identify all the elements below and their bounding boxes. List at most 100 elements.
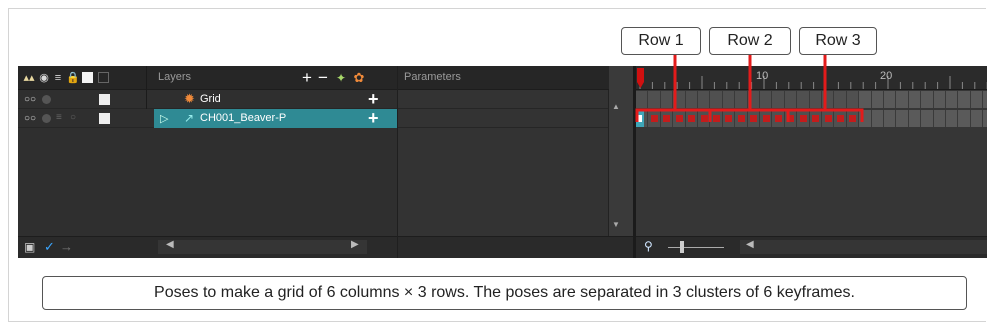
layer-color-swatch[interactable]: [99, 94, 110, 105]
frame-cell-grid[interactable]: [970, 91, 984, 108]
pen-icon[interactable]: ✓: [44, 239, 55, 255]
keyframe-marker[interactable]: [849, 115, 857, 122]
keyframe-marker[interactable]: [750, 115, 758, 122]
frame-cell-grid[interactable]: [784, 91, 798, 108]
frame-cell-beaver[interactable]: [970, 110, 984, 127]
layers-header: Layers: [158, 71, 192, 83]
zoom-slider-handle[interactable]: [680, 241, 684, 253]
frame-cell-grid[interactable]: [760, 91, 773, 108]
frame-cell-grid[interactable]: [648, 91, 661, 108]
frame-cell-grid[interactable]: [710, 91, 723, 108]
visibility-dot-icon[interactable]: [42, 95, 51, 104]
keyframe-marker[interactable]: [663, 115, 671, 122]
keyframe-marker[interactable]: [836, 115, 844, 122]
zoom-icon[interactable]: ⚲: [644, 239, 653, 253]
add-layer-icon[interactable]: +: [300, 66, 314, 90]
layer-row-grid[interactable]: ○○ ✹ Grid +: [18, 90, 397, 109]
timeline-h-scrollbar[interactable]: [740, 240, 987, 254]
frame-cell-grid[interactable]: [797, 91, 810, 108]
scroll-left-icon[interactable]: ◀: [746, 239, 754, 250]
color-swatch-icon[interactable]: [82, 72, 93, 83]
visibility-dot-icon[interactable]: [42, 114, 51, 123]
frame-cell-grid[interactable]: [772, 91, 785, 108]
arrow-right-icon[interactable]: →: [60, 239, 73, 254]
keyframe-marker[interactable]: [688, 115, 696, 122]
camera-icon[interactable]: ▣: [24, 240, 35, 254]
scroll-up-icon[interactable]: ▲: [612, 102, 620, 111]
frame-cell-beaver[interactable]: [983, 110, 987, 127]
frame-cell-grid[interactable]: [698, 91, 711, 108]
frame-cell-grid[interactable]: [735, 91, 748, 108]
animate-toggle-icon[interactable]: ○○: [24, 94, 36, 105]
expand-arrow-icon[interactable]: ▷: [160, 112, 168, 125]
frame-cell-beaver[interactable]: [871, 110, 884, 127]
frame-cell-grid[interactable]: [822, 91, 835, 108]
add-peg-icon[interactable]: ✦: [334, 66, 348, 90]
frame-cell-grid[interactable]: [958, 91, 971, 108]
timeline-view: ▴▴ ◉ ≡ 🔒 Layers + − ✦ ✿ ○○ ✹ Grid + ○○ ≡…: [18, 66, 987, 258]
keyframe-marker[interactable]: [725, 115, 733, 122]
frame-cell-beaver[interactable]: [908, 110, 922, 127]
layer-color-swatch[interactable]: [99, 113, 110, 124]
keyframe-marker[interactable]: [737, 115, 745, 122]
scroll-left-icon[interactable]: ◀: [166, 239, 174, 250]
vertical-scrollbar[interactable]: ▲ ▼: [608, 90, 623, 236]
frame-cell-beaver[interactable]: [921, 110, 934, 127]
frame-cell-grid[interactable]: [846, 91, 860, 108]
frame-cell-grid[interactable]: [673, 91, 686, 108]
keyframe-marker[interactable]: [712, 115, 720, 122]
keyframe-marker[interactable]: [824, 115, 832, 122]
frame-cell-beaver[interactable]: [884, 110, 897, 127]
visibility-icon[interactable]: ◉: [38, 66, 50, 90]
stack-icon[interactable]: ≡: [52, 66, 64, 90]
frame-cell-grid[interactable]: [983, 91, 987, 108]
frame-cell-grid[interactable]: [722, 91, 736, 108]
frame-cell-grid[interactable]: [946, 91, 959, 108]
zoom-slider[interactable]: [668, 247, 724, 248]
stack-icon[interactable]: ≡: [56, 112, 62, 123]
keyframe-marker[interactable]: [700, 115, 708, 122]
animate-toggle-icon[interactable]: ○○: [24, 113, 36, 124]
add-child-icon[interactable]: +: [368, 109, 379, 128]
frame-cell-grid[interactable]: [660, 91, 674, 108]
frame-cell-grid[interactable]: [908, 91, 922, 108]
frame-cell-grid[interactable]: [834, 91, 847, 108]
frame-cell-grid[interactable]: [921, 91, 934, 108]
lock-icon[interactable]: 🔒: [66, 66, 80, 90]
frame-cell-beaver[interactable]: [896, 110, 909, 127]
keyframe-marker[interactable]: [650, 115, 658, 122]
outline-swatch-icon[interactable]: [98, 72, 109, 83]
keyframe-marker[interactable]: [812, 115, 820, 122]
lock-icon[interactable]: ○: [70, 112, 76, 123]
frame-cell-beaver[interactable]: [946, 110, 959, 127]
frame-cell-grid[interactable]: [896, 91, 909, 108]
frame-cell-grid[interactable]: [859, 91, 872, 108]
scroll-down-icon[interactable]: ▼: [612, 220, 620, 229]
scroll-right-icon[interactable]: ▶: [351, 239, 359, 250]
frame-cell-grid[interactable]: [871, 91, 884, 108]
horizontal-scrollbar[interactable]: [158, 240, 367, 254]
layer-row-beaver[interactable]: ○○ ≡ ○ ▷ ↗ CH001_Beaver-P +: [18, 109, 397, 128]
parameters-panel: Parameters: [397, 66, 609, 258]
remove-layer-icon[interactable]: −: [316, 66, 330, 90]
add-child-icon[interactable]: +: [368, 90, 379, 109]
playhead-icon[interactable]: [636, 68, 646, 90]
keyframe-marker[interactable]: [762, 115, 770, 122]
keyframe-marker[interactable]: [799, 115, 807, 122]
frame-cell-grid[interactable]: [685, 91, 698, 108]
frame-ruler[interactable]: 10 20: [636, 66, 987, 90]
keyframe-marker[interactable]: [787, 115, 795, 122]
keyframe-marker[interactable]: [774, 115, 782, 122]
frame-cell-beaver[interactable]: [859, 110, 872, 127]
frame-cell-grid[interactable]: [933, 91, 946, 108]
frame-cell-beaver[interactable]: [958, 110, 971, 127]
add-drawing-icon[interactable]: ✿: [352, 66, 366, 90]
frame-cell-grid[interactable]: [809, 91, 822, 108]
frame-cell-grid[interactable]: [884, 91, 897, 108]
frame-cell-grid[interactable]: [747, 91, 760, 108]
frame-cell-grid[interactable]: [636, 91, 649, 108]
layers-bottom-bar: ▣ ✓ → ◀ ▶: [18, 236, 397, 258]
keyframe-marker[interactable]: [675, 115, 683, 122]
frame-cell-beaver[interactable]: [933, 110, 946, 127]
enable-animate-icon[interactable]: ▴▴: [22, 66, 36, 90]
